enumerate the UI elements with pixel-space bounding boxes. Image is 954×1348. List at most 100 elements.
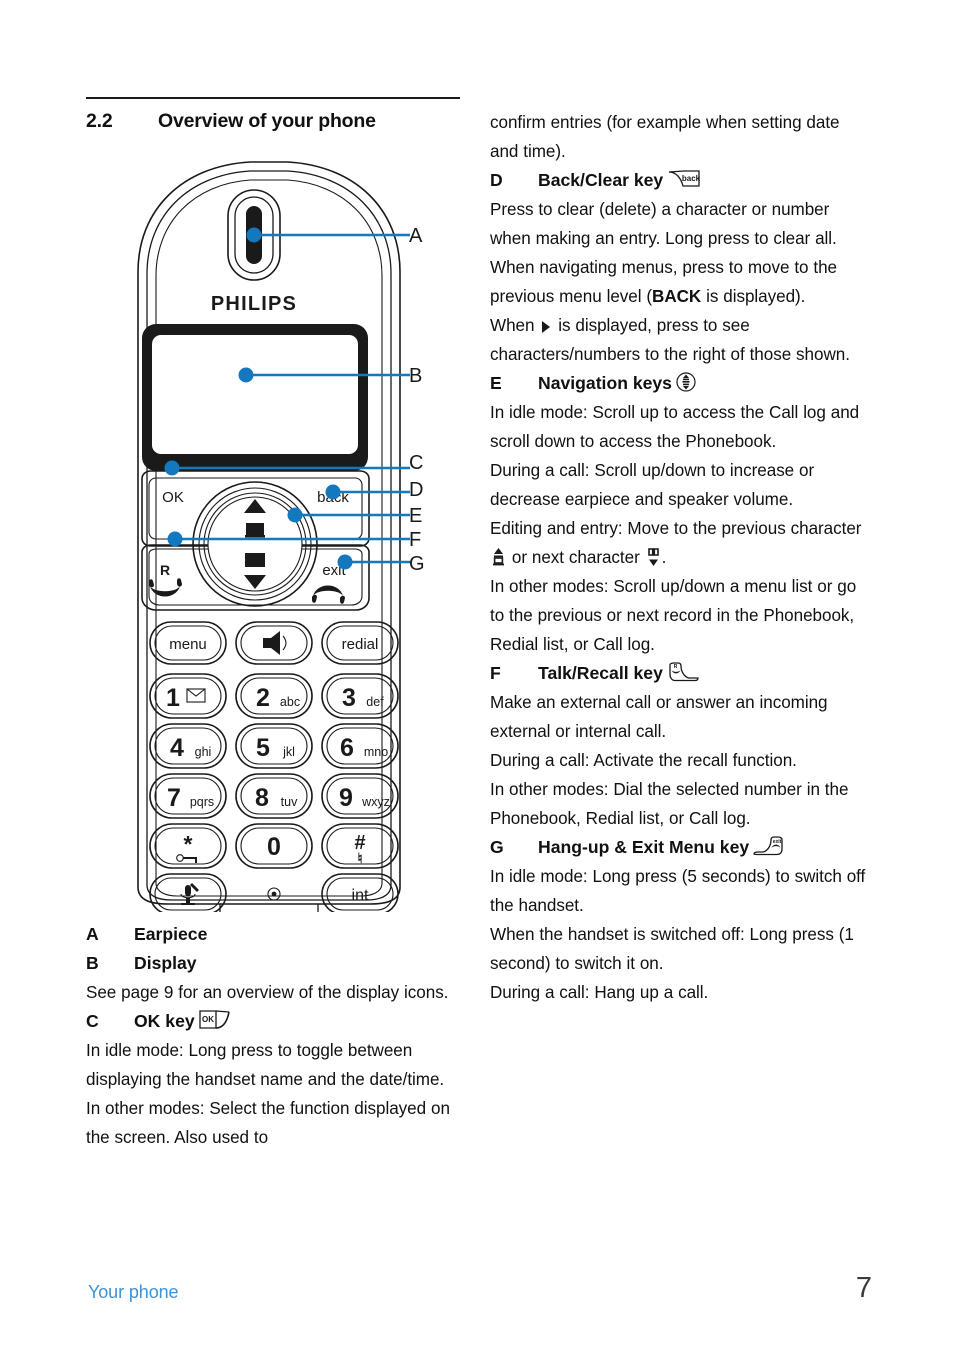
svg-text:jkl: jkl bbox=[282, 745, 295, 759]
ok-key-icon: OK bbox=[198, 1010, 231, 1030]
callout-label-d: D bbox=[409, 479, 424, 501]
item-d-heading: D Back/Clear key back bbox=[490, 166, 870, 195]
right-arrow-icon bbox=[540, 319, 552, 335]
item-g-body-1: In idle mode: Long press (5 seconds) to … bbox=[490, 867, 866, 915]
svg-text:mno: mno bbox=[364, 745, 388, 759]
keypad-row-1: menu redial bbox=[149, 621, 399, 665]
heading-rule bbox=[86, 97, 460, 99]
item-e-title: Navigation keys bbox=[538, 373, 672, 393]
footer-page-number: 7 bbox=[855, 1272, 872, 1304]
softkey-ok-label: OK bbox=[162, 489, 184, 506]
scroll-up-calllog-icon bbox=[491, 547, 506, 567]
section-number: 2.2 bbox=[86, 110, 113, 132]
svg-text:ghi: ghi bbox=[195, 745, 212, 759]
item-g-letter: G bbox=[490, 837, 504, 857]
callout-dot-a bbox=[246, 227, 262, 243]
svg-text:1: 1 bbox=[166, 684, 180, 712]
item-e-body-3-mid: or next character bbox=[507, 548, 645, 567]
item-g-title: Hang-up & Exit Menu key bbox=[538, 837, 750, 857]
callout-label-b: B bbox=[409, 365, 423, 387]
item-e-letter: E bbox=[490, 373, 502, 393]
item-g-body-3: During a call: Hang up a call. bbox=[490, 983, 709, 1002]
item-e-heading: E Navigation keys bbox=[490, 369, 870, 398]
item-e-body-4: In other modes: Scroll up/down a menu li… bbox=[490, 577, 857, 654]
svg-text:pqrs: pqrs bbox=[190, 795, 214, 809]
item-c-letter: C bbox=[86, 1011, 99, 1031]
callout-dot-d bbox=[325, 484, 341, 500]
item-d-body-3: When is displayed, press to see characte… bbox=[490, 311, 870, 369]
svg-text:0: 0 bbox=[267, 833, 281, 861]
svg-text:redial: redial bbox=[342, 636, 379, 653]
svg-text:def: def bbox=[366, 695, 384, 709]
scroll-down-phonebook-icon bbox=[646, 547, 661, 567]
callout-label-f: F bbox=[409, 529, 422, 551]
section-title: Overview of your phone bbox=[158, 110, 376, 132]
svg-text:9: 9 bbox=[339, 784, 353, 812]
item-c-body-2: In other modes: Select the function disp… bbox=[86, 1099, 450, 1147]
item-g-heading: G Hang-up & Exit Menu key exit bbox=[490, 833, 870, 862]
item-e-body-3-post: . bbox=[661, 548, 667, 567]
keypad-row-4: 7 pqrs 8 tuv 9 wxyz bbox=[149, 773, 399, 819]
svg-text:♮: ♮ bbox=[357, 850, 362, 866]
back-key-icon: back bbox=[667, 169, 701, 189]
svg-text:exit: exit bbox=[773, 839, 782, 845]
item-c-body-1: In idle mode: Long press to toggle betwe… bbox=[86, 1041, 445, 1089]
svg-text:R: R bbox=[674, 664, 678, 670]
item-b-heading: B Display bbox=[86, 949, 464, 978]
svg-text:5: 5 bbox=[256, 734, 270, 762]
page-title: 2.2 Overview of your phone bbox=[86, 110, 486, 133]
item-a-heading: A Earpiece bbox=[86, 920, 464, 949]
item-a-letter: A bbox=[86, 924, 99, 944]
right-column: confirm entries (for example when settin… bbox=[490, 108, 870, 1007]
item-d-body-3-pre: When bbox=[490, 316, 540, 335]
item-c-heading: C OK key OK bbox=[86, 1007, 464, 1036]
keypad-row-2: 1 2 abc 3 def bbox=[149, 673, 399, 719]
item-a-title: Earpiece bbox=[134, 924, 208, 944]
svg-text:abc: abc bbox=[280, 695, 300, 709]
svg-text:4: 4 bbox=[170, 734, 184, 762]
item-d-body-2-post: is displayed). bbox=[701, 287, 806, 306]
svg-text:3: 3 bbox=[342, 684, 356, 712]
item-d-body-2-bold: BACK bbox=[652, 287, 702, 306]
svg-text:7: 7 bbox=[167, 784, 181, 812]
svg-text:back: back bbox=[682, 174, 701, 183]
keypad-row-5: * 0 # ♮ bbox=[149, 823, 399, 869]
callout-label-g: G bbox=[409, 553, 425, 575]
item-d-body-2: When navigating menus, press to move to … bbox=[490, 253, 870, 311]
left-column: A Earpiece B Display See page 9 for an ove… bbox=[86, 920, 464, 1152]
svg-text:2: 2 bbox=[256, 684, 270, 712]
item-f-heading: F Talk/Recall key R bbox=[490, 659, 870, 688]
svg-text:8: 8 bbox=[255, 784, 269, 812]
item-e-body-2: During a call: Scroll up/down to increas… bbox=[490, 461, 815, 509]
item-e-body-3-pre: Editing and entry: Move to the previous … bbox=[490, 519, 862, 538]
callout-dot-f bbox=[167, 531, 183, 547]
item-c-title: OK key bbox=[134, 1011, 195, 1031]
callout-dot-c bbox=[164, 460, 180, 476]
continuation-paragraph: confirm entries (for example when settin… bbox=[490, 113, 840, 161]
item-b-title: Display bbox=[134, 953, 197, 973]
svg-text:int: int bbox=[352, 887, 369, 904]
svg-text:OK: OK bbox=[202, 1015, 214, 1024]
document-page: 2.2Overview of your phone .ln { fill:non… bbox=[0, 0, 954, 1348]
item-d-title: Back/Clear key bbox=[538, 170, 664, 190]
callout-dot-e bbox=[287, 507, 303, 523]
item-e-body-3: Editing and entry: Move to the previous … bbox=[490, 514, 870, 572]
callout-label-e: E bbox=[409, 505, 423, 527]
callout-dot-b bbox=[238, 367, 254, 383]
item-b-body: See page 9 for an overview of the displa… bbox=[86, 983, 449, 1002]
navigation-key-icon bbox=[676, 372, 696, 392]
item-e-body-1: In idle mode: Scroll up to access the Ca… bbox=[490, 403, 860, 451]
callout-label-c: C bbox=[409, 452, 424, 474]
item-f-body-2: During a call: Activate the recall funct… bbox=[490, 751, 797, 770]
hangup-key-icon: exit bbox=[753, 836, 785, 856]
callout-dot-g bbox=[337, 554, 353, 570]
keypad-row-3: 4 ghi 5 jkl 6 mno bbox=[149, 723, 399, 769]
footer-chapter-label: Your phone bbox=[88, 1282, 179, 1302]
svg-text:menu: menu bbox=[169, 636, 207, 653]
callout-label-a: A bbox=[409, 225, 423, 247]
item-d-letter: D bbox=[490, 170, 503, 190]
item-d-body-1: Press to clear (delete) a character or n… bbox=[490, 200, 837, 248]
svg-text:wxyz: wxyz bbox=[361, 795, 390, 809]
item-g-body-2: When the handset is switched off: Long p… bbox=[490, 925, 854, 973]
phone-brand-label: PHILIPS bbox=[211, 293, 297, 315]
